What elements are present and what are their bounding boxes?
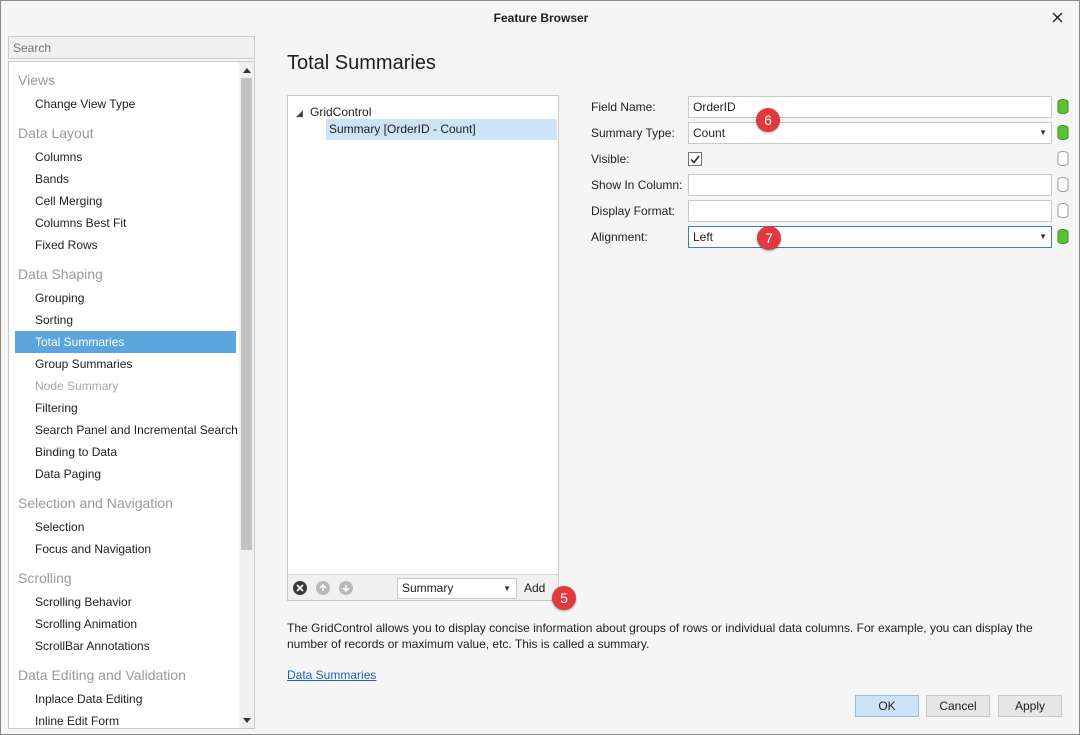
nav-group-data-shaping: Data Shaping	[18, 266, 103, 282]
database-bound-icon[interactable]	[1057, 125, 1069, 140]
feature-browser-window: Feature Browser Views Change View Type D…	[0, 0, 1080, 735]
nav-group-scrolling: Scrolling	[18, 570, 72, 586]
feature-navigation: Views Change View Type Data Layout Colum…	[8, 61, 255, 729]
show-in-column-input[interactable]	[688, 174, 1052, 196]
search-input[interactable]	[8, 36, 255, 59]
nav-item-node-summary: Node Summary	[35, 379, 119, 393]
arrow-down-icon	[342, 585, 350, 592]
caret-down-icon	[243, 717, 251, 723]
visible-label: Visible:	[591, 152, 630, 166]
show-in-column-label: Show In Column:	[591, 178, 683, 192]
nav-item-inplace-data-editing[interactable]: Inplace Data Editing	[15, 688, 236, 710]
nav-item-inline-edit-form[interactable]: Inline Edit Form	[15, 710, 236, 728]
nav-group-views: Views	[18, 72, 56, 88]
scroll-thumb[interactable]	[241, 78, 252, 550]
nav-scrollbar[interactable]	[239, 62, 254, 728]
summary-tree-panel: ◢ GridControl Summary [OrderID - Count] S…	[287, 95, 559, 601]
arrow-up-icon	[319, 584, 327, 591]
nav-item-binding-to-data[interactable]: Binding to Data	[15, 441, 236, 463]
cancel-button[interactable]: Cancel	[926, 695, 990, 717]
expand-triangle-icon[interactable]: ◢	[296, 103, 310, 123]
nav-item-selection[interactable]: Selection	[15, 516, 236, 538]
callout-marker-add: 5	[552, 586, 576, 610]
summary-type-select[interactable]: Count ▼	[688, 122, 1052, 144]
summary-type-select-value: Count	[693, 126, 726, 140]
ok-button[interactable]: OK	[855, 695, 919, 717]
nav-item-bands[interactable]: Bands	[15, 168, 236, 190]
dropdown-arrow-icon: ▼	[1039, 232, 1047, 241]
title-bar: Feature Browser	[1, 1, 1079, 34]
move-down-button[interactable]	[339, 581, 353, 595]
remove-button[interactable]	[293, 581, 307, 595]
nav-item-scrollbar-annotations[interactable]: ScrollBar Annotations	[15, 635, 236, 657]
alignment-label: Alignment:	[591, 230, 648, 244]
tree-node-label: GridControl	[310, 105, 372, 119]
nav-item-scrolling-animation[interactable]: Scrolling Animation	[15, 613, 236, 635]
remove-icon	[296, 584, 304, 592]
nav-group-selection-navigation: Selection and Navigation	[18, 495, 173, 511]
alignment-select[interactable]: Left ▼	[688, 226, 1052, 248]
nav-item-grouping[interactable]: Grouping	[15, 287, 236, 309]
nav-item-columns[interactable]: Columns	[15, 146, 236, 168]
display-format-label: Display Format:	[591, 204, 676, 218]
window-title: Feature Browser	[493, 11, 589, 25]
nav-group-data-editing: Data Editing and Validation	[18, 667, 186, 683]
close-icon	[1052, 12, 1062, 22]
nav-item-group-summaries[interactable]: Group Summaries	[15, 353, 236, 375]
nav-item-columns-best-fit[interactable]: Columns Best Fit	[15, 212, 236, 234]
close-button[interactable]	[1041, 3, 1073, 31]
callout-marker-alignment: 7	[757, 226, 781, 250]
database-bound-icon[interactable]	[1057, 229, 1069, 244]
nav-item-filtering[interactable]: Filtering	[15, 397, 236, 419]
database-unbound-icon[interactable]	[1057, 151, 1069, 166]
field-name-label: Field Name:	[591, 100, 656, 114]
scroll-up-button[interactable]	[239, 62, 254, 78]
field-name-input[interactable]	[688, 96, 1052, 118]
nav-item-cell-merging[interactable]: Cell Merging	[15, 190, 236, 212]
database-unbound-icon[interactable]	[1057, 203, 1069, 218]
nav-item-search-panel[interactable]: Search Panel and Incremental Search	[15, 419, 238, 441]
caret-up-icon	[243, 67, 251, 73]
documentation-link[interactable]: Data Summaries	[287, 668, 376, 682]
tree-node-summary[interactable]: Summary [OrderID - Count]	[326, 119, 557, 140]
summary-type-value: Summary	[402, 581, 454, 595]
nav-group-data-layout: Data Layout	[18, 125, 94, 141]
page-title: Total Summaries	[287, 52, 436, 74]
feature-description: The GridControl allows you to display co…	[287, 621, 1033, 651]
nav-item-focus-navigation[interactable]: Focus and Navigation	[15, 538, 236, 560]
display-format-input[interactable]	[688, 200, 1052, 222]
dropdown-arrow-icon: ▼	[503, 584, 511, 593]
nav-item-change-view-type[interactable]: Change View Type	[15, 93, 236, 115]
apply-button[interactable]: Apply	[998, 695, 1062, 717]
tree-toolbar: Summary ▼ Add	[288, 574, 558, 600]
nav-item-fixed-rows[interactable]: Fixed Rows	[15, 234, 236, 256]
summary-type-dropdown[interactable]: Summary ▼	[397, 578, 517, 599]
dropdown-arrow-icon: ▼	[1039, 128, 1047, 137]
alignment-select-value: Left	[693, 230, 714, 244]
nav-item-scrolling-behavior[interactable]: Scrolling Behavior	[15, 591, 236, 613]
nav-item-sorting[interactable]: Sorting	[15, 309, 236, 331]
scroll-down-button[interactable]	[239, 712, 254, 728]
callout-marker-field-name: 6	[756, 108, 780, 132]
move-up-button[interactable]	[316, 581, 330, 595]
database-bound-icon[interactable]	[1057, 99, 1069, 114]
visible-checkbox[interactable]	[688, 152, 702, 166]
checkmark-icon	[690, 155, 700, 164]
summary-type-label: Summary Type:	[591, 126, 675, 140]
database-unbound-icon[interactable]	[1057, 177, 1069, 192]
add-button[interactable]: Add	[524, 578, 545, 598]
nav-item-data-paging[interactable]: Data Paging	[15, 463, 236, 485]
nav-item-total-summaries[interactable]: Total Summaries	[15, 331, 236, 353]
